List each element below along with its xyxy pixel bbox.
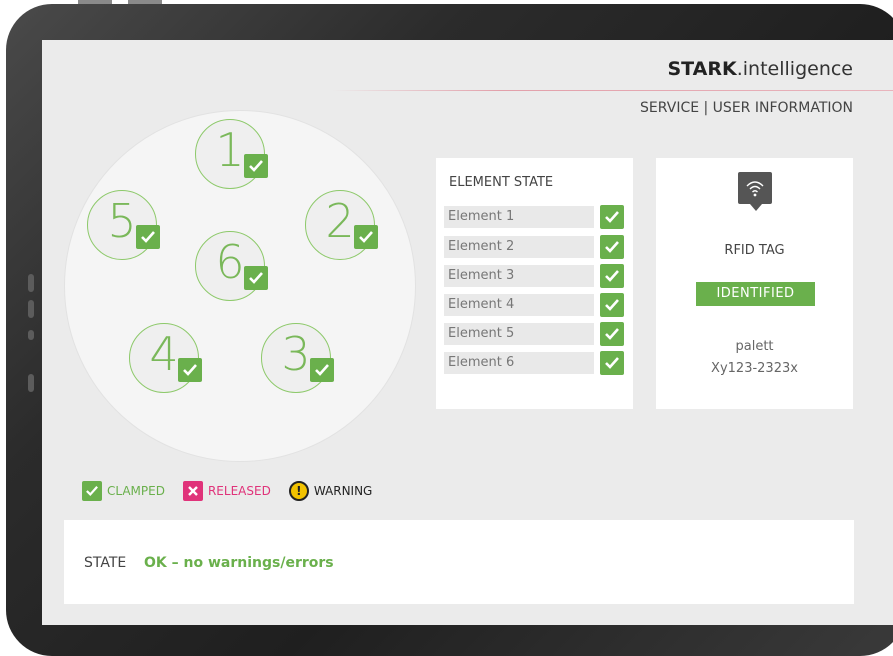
slot-3[interactable]: 3	[261, 323, 334, 393]
element-label: Element 2	[448, 239, 515, 254]
device-side-button	[28, 300, 34, 318]
device-side-button	[28, 274, 34, 292]
check-icon	[600, 322, 624, 346]
state-value: OK – no warnings/errors	[144, 555, 334, 571]
cross-icon	[182, 481, 203, 501]
app-screen: STARK.intelligence SERVICE | USER INFORM…	[42, 40, 893, 625]
rfid-title: RFID TAG	[724, 243, 785, 258]
device-side-button	[28, 330, 34, 340]
brand-suffix: .intelligence	[736, 58, 853, 80]
check-icon	[136, 225, 160, 249]
brand-name: STARK	[667, 58, 737, 80]
element-label: Element 3	[448, 268, 515, 283]
check-icon	[310, 358, 334, 382]
rfid-panel: RFID TAG IDENTIFIED palett Xy123-2323x	[656, 158, 853, 409]
element-label: Element 1	[448, 209, 515, 224]
element-label: Element 5	[448, 326, 515, 341]
legend-warning-label: WARNING	[313, 484, 373, 498]
element-label: Element 4	[448, 297, 515, 312]
slot-1[interactable]: 1	[195, 119, 268, 189]
legend-clamped-label: CLAMPED	[107, 484, 165, 498]
check-icon	[600, 235, 624, 259]
check-icon	[600, 293, 624, 317]
check-icon	[354, 225, 378, 249]
status-legend: CLAMPED RELEASED ! WARNING	[82, 480, 390, 502]
legend-clamped: CLAMPED	[82, 481, 165, 501]
check-icon	[244, 266, 268, 290]
element-state-panel: ELEMENT STATE Element 1 Element 2 Elemen…	[436, 158, 633, 409]
element-row-2[interactable]: Element 2	[444, 236, 594, 258]
warning-icon: !	[288, 481, 309, 501]
status-badge: IDENTIFIED	[696, 282, 815, 306]
element-row-5[interactable]: Element 5	[444, 323, 594, 345]
check-icon	[600, 205, 624, 229]
state-bar: STATE OK – no warnings/errors	[64, 520, 854, 604]
element-label: Element 6	[448, 355, 515, 370]
rfid-id: Xy123-2323x	[711, 361, 798, 376]
header-divider	[332, 90, 893, 91]
brand-logo: STARK.intelligence	[668, 58, 854, 80]
slot-2[interactable]: 2	[305, 190, 378, 260]
legend-released: RELEASED	[182, 481, 271, 501]
check-icon	[600, 351, 624, 375]
slot-5[interactable]: 5	[87, 190, 160, 260]
device-side-button	[28, 374, 34, 392]
check-icon	[244, 154, 268, 178]
panel-title: ELEMENT STATE	[449, 175, 554, 190]
page-title[interactable]: SERVICE | USER INFORMATION	[640, 100, 853, 116]
element-row-4[interactable]: Element 4	[444, 294, 594, 316]
slot-6[interactable]: 6	[195, 231, 268, 301]
legend-warning: ! WARNING	[288, 481, 373, 501]
element-row-3[interactable]: Element 3	[444, 265, 594, 287]
element-row-1[interactable]: Element 1	[444, 206, 594, 228]
wifi-tag-icon-pointer	[750, 204, 762, 211]
wifi-tag-icon	[738, 172, 772, 204]
check-icon	[82, 481, 102, 501]
clamping-wheel: 1 2 3 4 5 6	[64, 110, 416, 462]
legend-released-label: RELEASED	[207, 484, 271, 498]
rfid-type: palett	[735, 339, 774, 354]
element-row-6[interactable]: Element 6	[444, 352, 594, 374]
slot-4[interactable]: 4	[129, 323, 202, 393]
state-label: STATE	[84, 555, 127, 571]
check-icon	[178, 358, 202, 382]
check-icon	[600, 264, 624, 288]
